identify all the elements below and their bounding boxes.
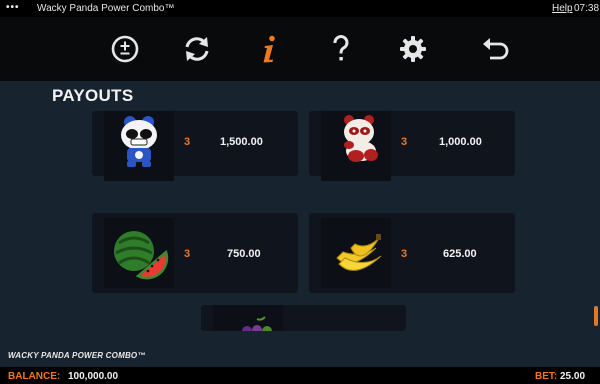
payout-amount: 625.00 [443, 248, 477, 260]
panda-red-icon [321, 111, 391, 181]
clock: 07:38 [574, 3, 600, 14]
menu-dots-icon[interactable]: ••• [6, 2, 20, 13]
payout-amount: 1,000.00 [439, 136, 482, 148]
payout-card: 3 1,000.00 [309, 111, 515, 181]
payout-card: 3 1,500.00 [92, 111, 298, 181]
title-bar: ••• Wacky Panda Power Combo™ Help 07:38 [0, 0, 600, 17]
balance-label: BALANCE: [8, 371, 61, 382]
back-icon[interactable] [478, 32, 512, 66]
help-icon[interactable] [324, 32, 358, 66]
window-title: Wacky Panda Power Combo™ [37, 3, 175, 14]
panda-blue-icon [104, 111, 174, 181]
bet-value: 25.00 [560, 371, 586, 382]
scrollbar-thumb[interactable] [594, 306, 598, 326]
banana-icon [321, 218, 391, 288]
watermelon-icon [104, 218, 174, 288]
bet-settings-icon[interactable] [108, 32, 142, 66]
payout-count: 3 [401, 248, 408, 260]
payout-card-partial [201, 305, 406, 331]
grapes-icon [213, 305, 283, 331]
game-logo: WACKY PANDA POWER COMBO™ [8, 351, 146, 360]
payout-amount: 1,500.00 [220, 136, 263, 148]
help-link[interactable]: Help [552, 3, 573, 14]
settings-icon[interactable] [396, 32, 430, 66]
payout-count: 3 [184, 136, 191, 148]
status-bar: BALANCE: 100,000.00 BET: 25.00 [0, 367, 600, 384]
payout-card: 3 625.00 [309, 213, 515, 293]
autoplay-icon[interactable] [180, 32, 214, 66]
payout-count: 3 [184, 248, 191, 260]
game-window: ••• Wacky Panda Power Combo™ Help 07:38 … [0, 0, 600, 384]
payout-amount: 750.00 [227, 248, 261, 260]
payout-count: 3 [401, 136, 408, 148]
bet-label: BET: [535, 371, 558, 382]
info-icon[interactable] [252, 32, 286, 66]
page-title: PAYOUTS [52, 86, 134, 105]
nav-bar [0, 17, 600, 81]
payout-card: 3 750.00 [92, 213, 298, 293]
balance-value: 100,000.00 [68, 371, 119, 382]
